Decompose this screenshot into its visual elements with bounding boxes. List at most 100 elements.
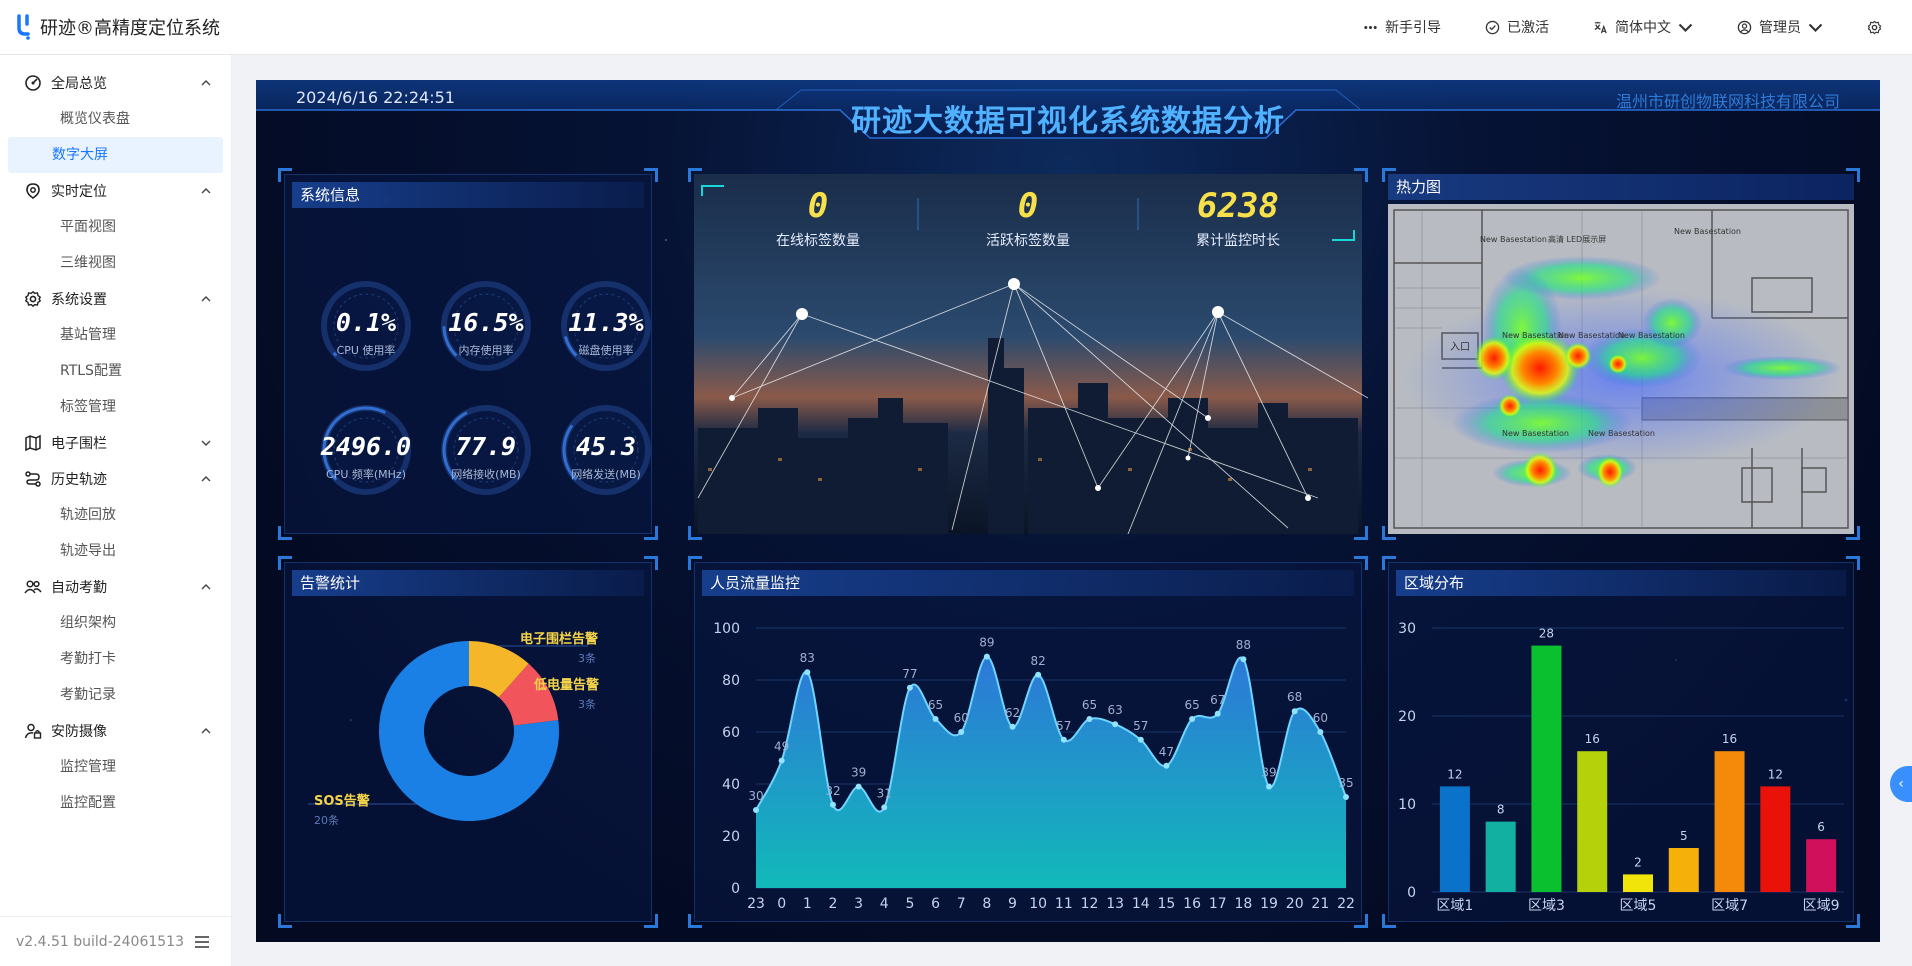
heatmap-label: New Basestation — [1480, 235, 1547, 244]
gauge-value: 2496.0 — [320, 432, 412, 461]
city-overview-panel: 0 在线标签数量 0 活跃标签数量 6238 累计监控时长 — [688, 168, 1368, 540]
system-metric-gauge: 45.3 网络发送(MB) — [558, 402, 654, 498]
flow-point[interactable] — [1189, 716, 1196, 722]
settings-button[interactable] — [1845, 20, 1912, 35]
flow-point[interactable] — [1009, 723, 1016, 730]
users-icon — [24, 580, 42, 594]
region-bar[interactable] — [1485, 821, 1516, 892]
flow-point[interactable] — [829, 801, 836, 808]
flow-point[interactable] — [1240, 656, 1247, 663]
user-menu[interactable]: 管理员 — [1715, 17, 1845, 37]
flow-data-label: 68 — [1287, 690, 1302, 704]
side-collapse-handle[interactable]: ‹ — [1890, 766, 1912, 802]
y-tick-label: 80 — [722, 673, 740, 689]
flow-data-label: 31 — [877, 786, 892, 800]
flow-point[interactable] — [1214, 710, 1221, 717]
sidebar-group[interactable]: 历史轨迹 — [0, 461, 231, 497]
x-tick-label: 19 — [1260, 896, 1278, 912]
alarm-legend-label: SOS告警 — [314, 794, 370, 809]
location-pin-icon — [26, 183, 40, 199]
sidebar-item[interactable]: 概览仪表盘 — [8, 101, 223, 137]
flow-point[interactable] — [753, 807, 759, 813]
flow-data-label: 32 — [825, 784, 840, 798]
system-metric-gauge: 16.5% 内存使用率 — [438, 278, 534, 374]
flow-point[interactable] — [855, 783, 862, 790]
flow-point[interactable] — [1035, 671, 1042, 678]
sidebar-item[interactable]: 考勤记录 — [8, 677, 223, 713]
top-bar: 研迹®高精度定位系统 新手引导 已激活 简体中文 管理员 — [0, 0, 1912, 55]
panel-corner — [278, 168, 292, 182]
region-bar[interactable] — [1714, 751, 1745, 892]
chevron-down-icon — [1808, 23, 1823, 32]
panel-corner — [1354, 526, 1368, 540]
x-tick-label: 6 — [931, 896, 940, 912]
user-circle-icon — [1737, 20, 1752, 34]
sidebar-group-label: 系统设置 — [51, 292, 107, 308]
flow-point[interactable] — [958, 729, 965, 735]
sidebar-item[interactable]: 三维视图 — [8, 245, 223, 281]
flow-point[interactable] — [1137, 736, 1144, 743]
flow-point[interactable] — [1343, 794, 1349, 800]
sidebar-group[interactable]: 自动考勤 — [0, 569, 231, 605]
sidebar-item[interactable]: 监控配置 — [8, 785, 223, 821]
flow-point[interactable] — [1060, 736, 1067, 743]
flow-point[interactable] — [778, 757, 785, 764]
system-info-panel: 系统信息 0.1% CPU 使用率 16.5% 内存使用率 11.3% 磁盘使用… — [278, 168, 658, 540]
activation-label: 已激活 — [1507, 20, 1549, 36]
flow-point[interactable] — [1291, 708, 1298, 715]
stat-label: 累计监控时长 — [1196, 233, 1280, 249]
menu-collapse-icon[interactable] — [194, 935, 210, 949]
flow-point[interactable] — [1086, 716, 1093, 722]
sidebar-group[interactable]: 电子围栏 — [0, 425, 231, 461]
flow-monitor-panel: 人员流量监控 0 20 40 60 80 100 30 23 49 0 83 1 32 2 39 3 31 4 77… — [688, 556, 1368, 928]
flow-data-label: 82 — [1031, 654, 1046, 668]
flow-point[interactable] — [1266, 783, 1273, 790]
sidebar-group[interactable]: 实时定位 — [0, 173, 231, 209]
region-bar[interactable] — [1531, 645, 1562, 892]
guide-button[interactable]: 新手引导 — [1341, 17, 1463, 37]
gauge-value: 45.3 — [575, 432, 637, 461]
flow-point[interactable] — [983, 653, 990, 660]
sidebar-item[interactable]: RTLS配置 — [8, 353, 223, 389]
sidebar-item[interactable]: 监控管理 — [8, 749, 223, 785]
sidebar-item[interactable]: 考勤打卡 — [8, 641, 223, 677]
region-distribution-panel: 区域分布 0 10 20 30 12 区域1 8 28 区域3 16 2 区域5 5 16 区域7 12 6 区域… — [1382, 556, 1860, 928]
dashboard-icon — [25, 75, 41, 91]
region-bar[interactable] — [1439, 786, 1470, 892]
region-bar[interactable] — [1806, 839, 1837, 892]
y-tick-label: 20 — [1398, 709, 1416, 725]
flow-point[interactable] — [881, 804, 888, 811]
sidebar-item[interactable]: 基站管理 — [8, 317, 223, 353]
sidebar-item[interactable]: 数字大屏 — [8, 137, 223, 173]
flow-point[interactable] — [1163, 762, 1170, 769]
flow-point[interactable] — [906, 684, 913, 691]
language-select[interactable]: 简体中文 — [1571, 17, 1715, 37]
activation-status[interactable]: 已激活 — [1463, 17, 1571, 37]
x-tick-label: 4 — [880, 896, 889, 912]
sidebar-item[interactable]: 轨迹回放 — [8, 497, 223, 533]
sidebar-group[interactable]: 安防摄像 — [0, 713, 231, 749]
translate-icon — [1594, 21, 1607, 33]
sidebar-item[interactable]: 平面视图 — [8, 209, 223, 245]
region-bar[interactable] — [1668, 848, 1699, 892]
x-tick-label: 9 — [1008, 896, 1017, 912]
panel-corner — [1354, 168, 1368, 182]
region-bar[interactable] — [1577, 751, 1608, 892]
chevron-down-icon — [1678, 23, 1693, 32]
flow-point[interactable] — [932, 716, 939, 722]
flow-point[interactable] — [1317, 729, 1324, 735]
gauge-label: CPU 使用率 — [336, 344, 396, 357]
sidebar-item[interactable]: 标签管理 — [8, 389, 223, 425]
app-logo[interactable]: 研迹®高精度定位系统 — [0, 14, 220, 40]
sidebar-group[interactable]: 系统设置 — [0, 281, 231, 317]
flow-point[interactable] — [804, 669, 811, 676]
flow-point[interactable] — [1112, 721, 1119, 728]
region-bar[interactable] — [1760, 786, 1791, 892]
x-tick-label: 23 — [747, 896, 765, 912]
sidebar-item[interactable]: 轨迹导出 — [8, 533, 223, 569]
sidebar-item[interactable]: 组织架构 — [8, 605, 223, 641]
sidebar-group[interactable]: 全局总览 — [0, 65, 231, 101]
gauge-label: 网络发送(MB) — [571, 468, 641, 481]
region-bar[interactable] — [1623, 874, 1653, 892]
map-icon — [25, 434, 41, 452]
